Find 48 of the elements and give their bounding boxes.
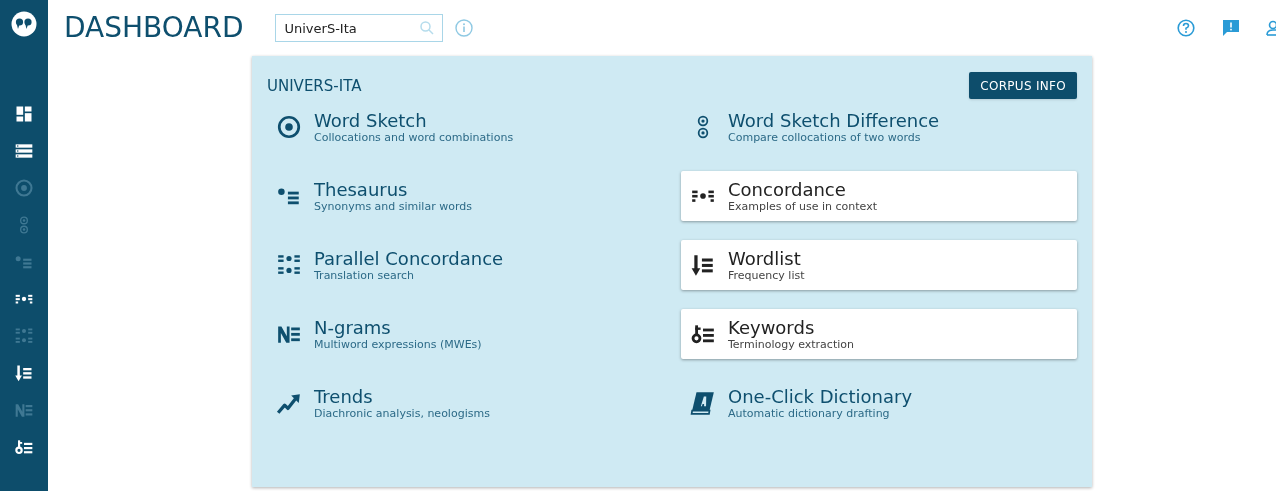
- help-icon[interactable]: [1177, 19, 1195, 37]
- info-icon[interactable]: [455, 19, 474, 37]
- tool-card[interactable]: Keywords Terminology extraction: [681, 309, 1077, 359]
- tool-name: Thesaurus: [314, 179, 409, 200]
- tool-description: Multiword expressions (MWEs): [314, 338, 482, 351]
- tool-description: Frequency list: [728, 269, 805, 282]
- tool-card[interactable]: Parallel Concordance Translation search: [267, 240, 663, 290]
- page-title: DASHBOARD: [64, 14, 244, 42]
- dictionary-icon: [690, 390, 716, 416]
- tool-card[interactable]: Word Sketch Difference Compare collocations of two words: [681, 102, 1077, 152]
- tool-name: Parallel Concordance: [314, 248, 504, 269]
- tool-description: Terminology extraction: [728, 338, 854, 351]
- tool-description: Synonyms and similar words: [314, 200, 472, 213]
- tool-name: Wordlist: [728, 248, 802, 269]
- list-icon: [14, 141, 34, 161]
- tool-description: Collocations and word combinations: [314, 131, 514, 144]
- corpus-search-field[interactable]: UniverS-Ita: [275, 14, 444, 42]
- tool-name: Keywords: [728, 317, 816, 338]
- tool-description: Diachronic analysis, neologisms: [314, 407, 490, 420]
- tool-name: One-Click Dictionary: [728, 386, 913, 407]
- tool-name: Trends: [314, 386, 374, 407]
- sort-down-icon: [690, 252, 716, 278]
- tool-name: Word Sketch Difference: [728, 110, 940, 131]
- quote-logo-icon: [11, 11, 37, 37]
- tool-name: N-grams: [314, 317, 392, 338]
- corpus-name: UNIVERS-ITA: [267, 76, 362, 97]
- tool-card[interactable]: One-Click Dictionary Automatic dictionary drafting: [681, 378, 1077, 428]
- tool-description: Examples of use in context: [728, 200, 877, 213]
- tool-description: Translation search: [314, 269, 415, 282]
- user-icon[interactable]: [1266, 19, 1276, 37]
- key-list-icon: [14, 437, 34, 457]
- tool-description: Automatic dictionary drafting: [728, 407, 891, 420]
- tool-card[interactable]: Trends Diachronic analysis, neologisms: [267, 378, 663, 428]
- target-icon: [276, 114, 302, 140]
- tool-description: Compare collocations of two words: [728, 131, 922, 144]
- tool-name: Concordance: [728, 179, 847, 200]
- grid-icon: [14, 104, 34, 124]
- tool-card[interactable]: Wordlist Frequency list: [681, 240, 1077, 290]
- tool-card[interactable]: Word Sketch Collocations and word combinations: [267, 102, 663, 152]
- target-icon: [14, 178, 34, 198]
- parallel-concordance-icon: [14, 326, 34, 346]
- corpus-info-button[interactable]: CORPUS INFO: [969, 72, 1077, 99]
- tool-card[interactable]: Thesaurus Synonyms and similar words: [267, 171, 663, 221]
- feedback-icon[interactable]: [1222, 19, 1240, 37]
- tool-card[interactable]: Concordance Examples of use in context: [681, 171, 1077, 221]
- tool-name: Word Sketch: [314, 110, 428, 131]
- sort-down-icon: [14, 363, 34, 383]
- tool-card[interactable]: N-grams Multiword expressions (MWEs): [267, 309, 663, 359]
